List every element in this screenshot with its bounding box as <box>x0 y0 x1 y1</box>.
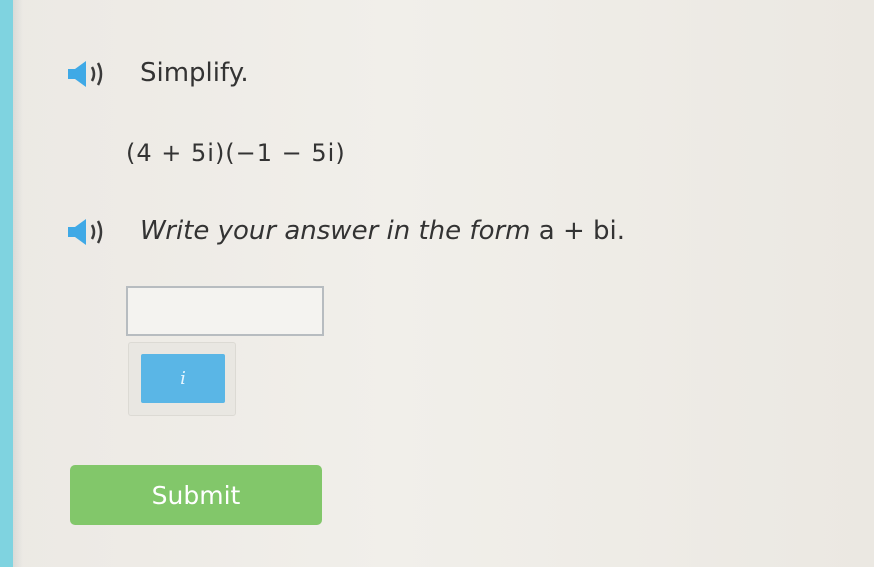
submit-button[interactable]: Submit <box>70 465 322 525</box>
instruction-text: Write your answer in the form <box>140 216 531 246</box>
keypad: i <box>128 342 236 416</box>
answer-input[interactable] <box>126 286 324 336</box>
left-accent-bar <box>0 0 13 567</box>
answer-form: a + bi. <box>538 216 626 246</box>
question-prompt: Simplify. <box>140 58 249 88</box>
math-expression: (4 + 5i)(−1 − 5i) <box>126 139 346 167</box>
speaker-icon[interactable] <box>66 216 118 248</box>
answer-instruction: Write your answer in the form a + bi. <box>140 216 625 246</box>
left-shade <box>13 0 23 567</box>
imaginary-i-button[interactable]: i <box>141 354 225 403</box>
speaker-icon[interactable] <box>66 58 118 90</box>
